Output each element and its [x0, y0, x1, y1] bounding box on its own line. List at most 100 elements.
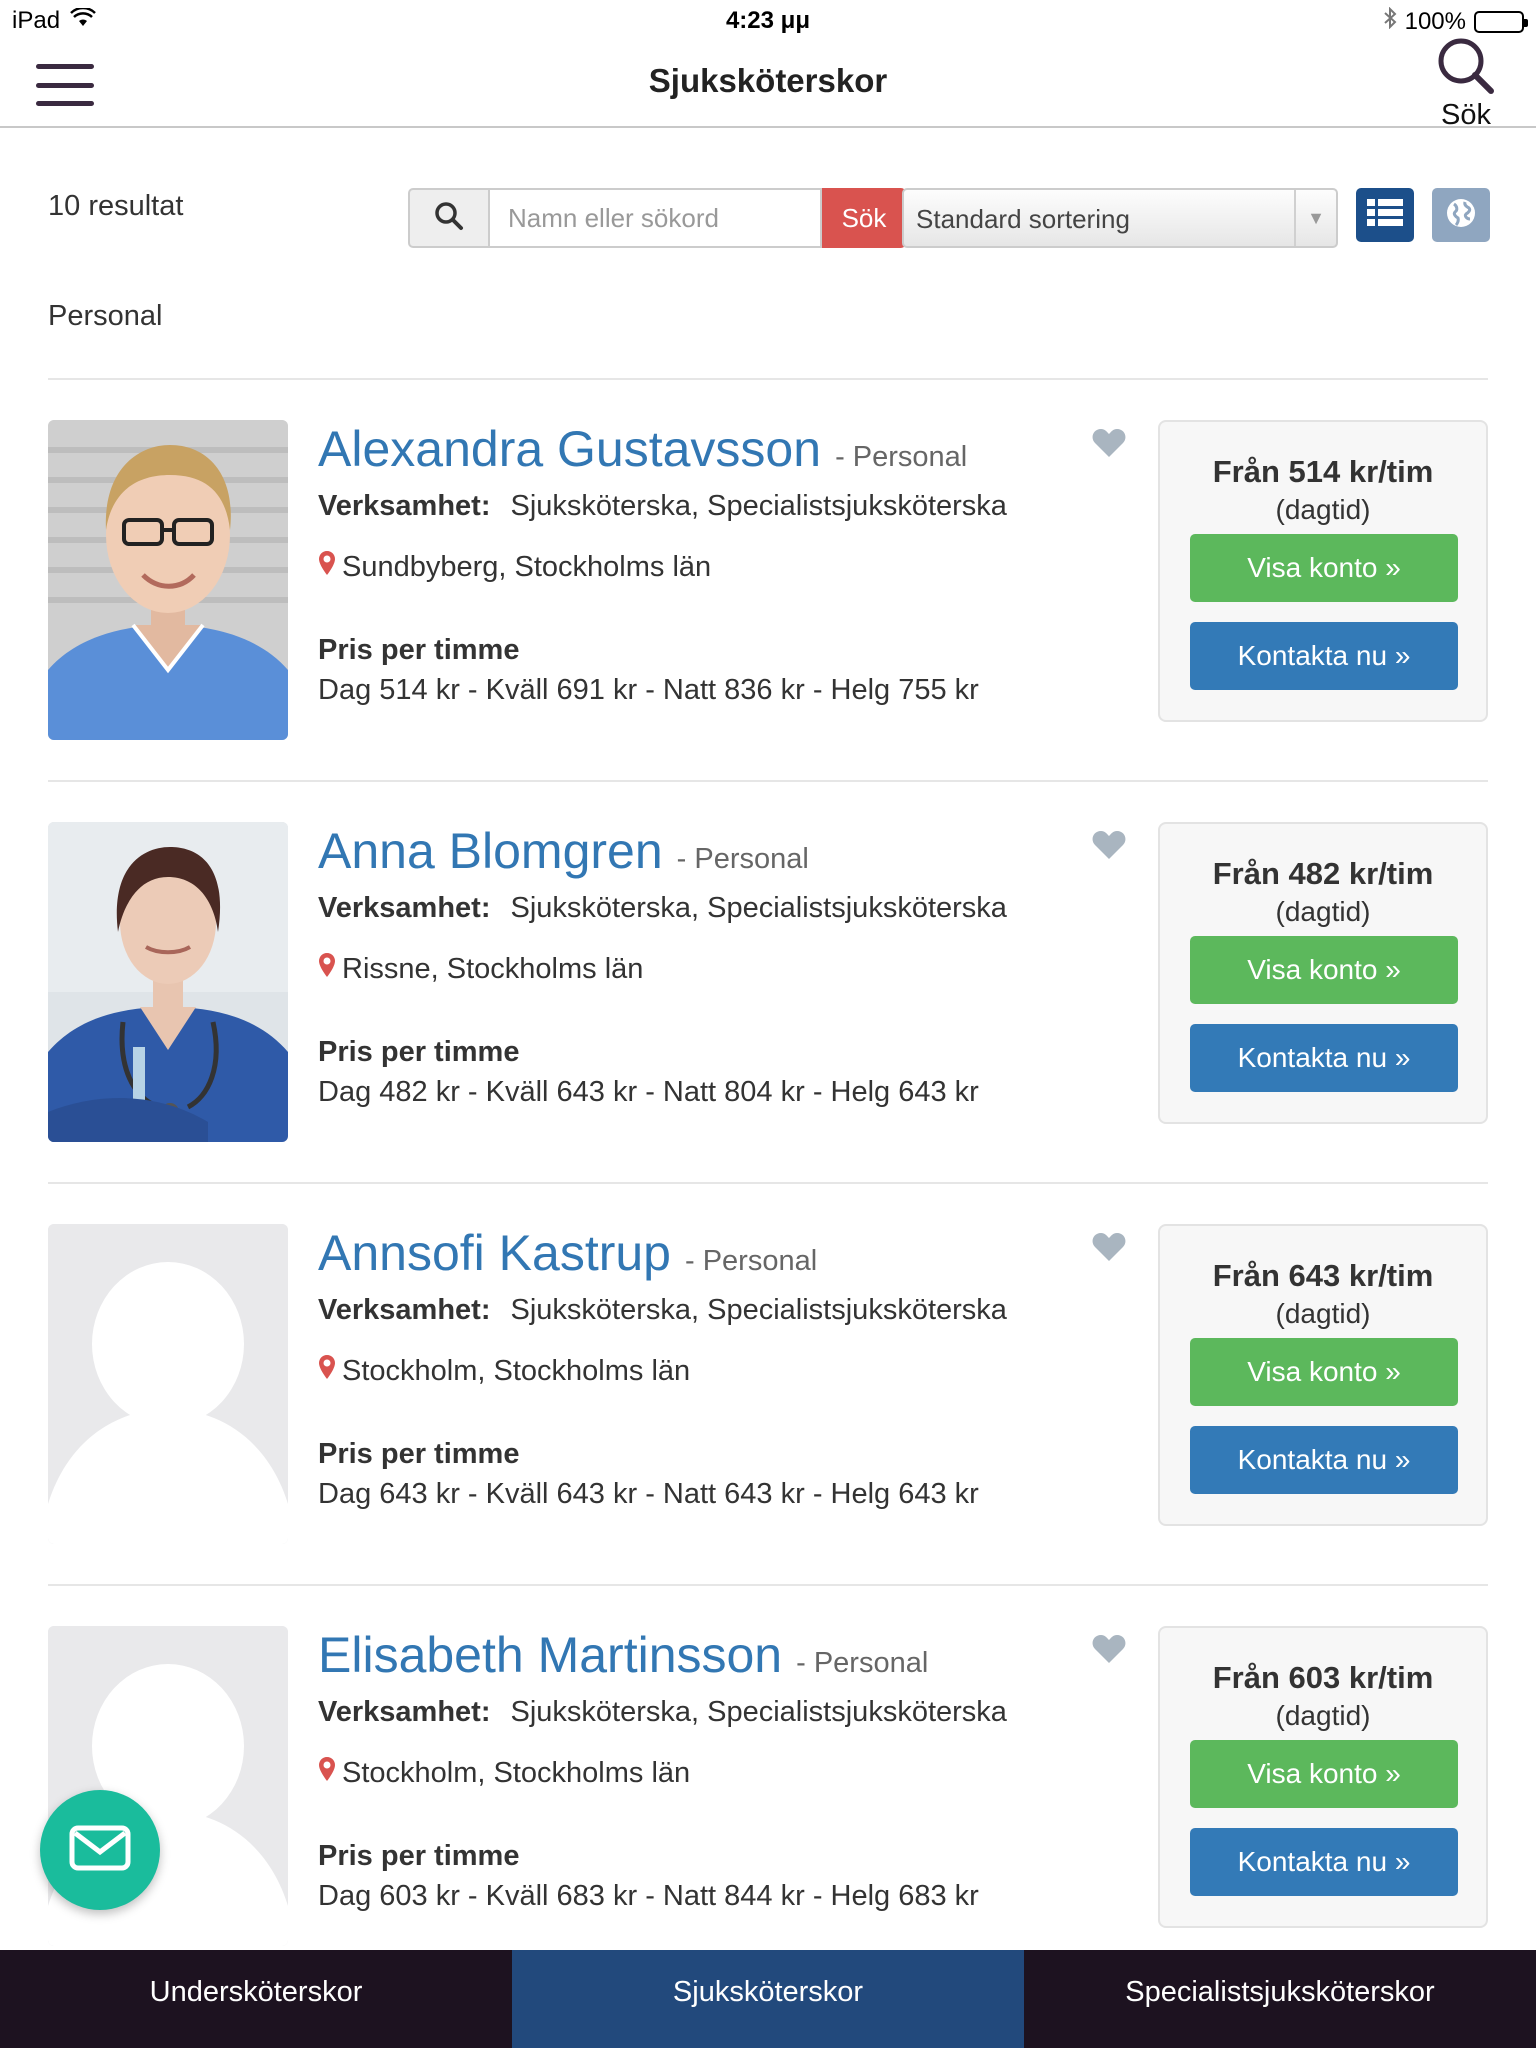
search-bar: Sök	[408, 188, 906, 248]
tab-specialistsjukskoterskor[interactable]: Specialistsjuksköterskor	[1024, 1950, 1536, 2048]
profile-role: - Personal	[835, 441, 968, 473]
price-box: Från 482 kr/tim (dagtid) Visa konto » Ko…	[1158, 822, 1488, 1124]
from-price: Från 482 kr/tim	[1212, 856, 1434, 891]
profile-field: Verksamhet: Sjuksköterska, Specialistsjuk…	[318, 1696, 1007, 1729]
profile-photo[interactable]	[48, 822, 288, 1142]
search-input[interactable]	[490, 188, 822, 248]
from-price: Från 643 kr/tim	[1212, 1258, 1434, 1293]
contact-now-button[interactable]: Kontakta nu »	[1190, 1828, 1458, 1896]
globe-icon	[1445, 197, 1477, 234]
search-submit-button[interactable]: Sök	[822, 188, 906, 248]
profile-field: Verksamhet: Sjuksköterska, Specialistsjuk…	[318, 1294, 1007, 1327]
divider	[48, 780, 1488, 782]
view-account-button[interactable]: Visa konto »	[1190, 1740, 1458, 1808]
view-account-button[interactable]: Visa konto »	[1190, 936, 1458, 1004]
envelope-icon	[69, 1825, 131, 1876]
list-view-button[interactable]	[1356, 188, 1414, 242]
bottom-tab-bar: Undersköterskor Sjuksköterskor Specialis…	[0, 1950, 1536, 2048]
from-price-note: (dagtid)	[1275, 1700, 1371, 1731]
field-label: Verksamhet:	[318, 1696, 491, 1728]
price-title: Pris per timme	[318, 634, 520, 666]
message-fab-button[interactable]	[40, 1790, 160, 1910]
divider	[48, 1182, 1488, 1184]
profile-field: Verksamhet: Sjuksköterska, Specialistsjuk…	[318, 892, 1007, 925]
heart-icon[interactable]	[1092, 1634, 1126, 1669]
view-account-button[interactable]: Visa konto »	[1190, 1338, 1458, 1406]
profile-location: Stockholm, Stockholms län	[318, 1354, 690, 1388]
price-breakdown: Dag 603 kr - Kväll 683 kr - Natt 844 kr …	[318, 1880, 979, 1912]
profile-field: Verksamhet: Sjuksköterska, Specialistsjuk…	[318, 490, 1007, 523]
view-account-button[interactable]: Visa konto »	[1190, 534, 1458, 602]
profile-name-row: Alexandra Gustavsson - Personal	[318, 420, 967, 478]
field-label: Verksamhet:	[318, 490, 491, 522]
from-price: Från 514 kr/tim	[1212, 454, 1434, 489]
heart-icon[interactable]	[1092, 1232, 1126, 1267]
from-price: Från 603 kr/tim	[1212, 1660, 1434, 1695]
battery-icon	[1474, 10, 1528, 33]
price-title: Pris per timme	[318, 1438, 520, 1470]
divider	[48, 378, 1488, 380]
sort-value: Standard sortering	[916, 204, 1130, 234]
map-view-button[interactable]	[1432, 188, 1490, 242]
field-value: Sjuksköterska, Specialistsjuksköterska	[510, 1294, 1007, 1326]
clock: 4:23 μμ	[725, 7, 811, 34]
profile-name-row: Annsofi Kastrup - Personal	[318, 1224, 817, 1282]
field-value: Sjuksköterska, Specialistsjuksköterska	[510, 490, 1007, 522]
location-text: Rissne, Stockholms län	[342, 952, 644, 985]
from-price-note: (dagtid)	[1275, 494, 1371, 525]
price-breakdown: Dag 482 kr - Kväll 643 kr - Natt 804 kr …	[318, 1076, 979, 1108]
price-box: Från 603 kr/tim (dagtid) Visa konto » Ko…	[1158, 1626, 1488, 1928]
list-icon	[1367, 198, 1403, 233]
tab-sjukskoterskor[interactable]: Sjuksköterskor	[512, 1950, 1024, 2048]
profile-location: Stockholm, Stockholms län	[318, 1756, 690, 1790]
profile-card: Elisabeth Martinsson - Personal Verksamh…	[48, 1626, 1488, 1956]
profile-name-row: Anna Blomgren - Personal	[318, 822, 809, 880]
profile-name-link[interactable]: Elisabeth Martinsson	[318, 1626, 782, 1684]
search-icon	[434, 201, 464, 236]
field-value: Sjuksköterska, Specialistsjuksköterska	[510, 1696, 1007, 1728]
profile-name-link[interactable]: Alexandra Gustavsson	[318, 420, 821, 478]
location-text: Stockholm, Stockholms län	[342, 1354, 691, 1387]
heart-icon[interactable]	[1092, 428, 1126, 463]
price-box: Från 643 kr/tim (dagtid) Visa konto » Ko…	[1158, 1224, 1488, 1526]
map-pin-icon	[318, 952, 336, 986]
map-pin-icon	[318, 1756, 336, 1790]
profile-name-link[interactable]: Anna Blomgren	[318, 822, 663, 880]
from-price-note: (dagtid)	[1275, 896, 1371, 927]
profile-role: - Personal	[796, 1647, 929, 1679]
sort-dropdown[interactable]: Standard sortering ▼	[902, 188, 1338, 248]
tab-underskoterskor[interactable]: Undersköterskor	[0, 1950, 512, 2048]
search-addon	[408, 188, 490, 248]
field-label: Verksamhet:	[318, 1294, 491, 1326]
from-price-note: (dagtid)	[1275, 1298, 1371, 1329]
profile-card: Alexandra Gustavsson - Personal Verksamh…	[48, 420, 1488, 750]
contact-now-button[interactable]: Kontakta nu »	[1190, 1426, 1458, 1494]
heart-icon[interactable]	[1092, 830, 1126, 865]
navigation-bar: Sjuksköterskor Sök	[0, 38, 1536, 131]
price-title: Pris per timme	[318, 1036, 520, 1068]
battery-percent: 100%	[1404, 7, 1466, 35]
price-breakdown: Dag 514 kr - Kväll 691 kr - Natt 836 kr …	[318, 674, 979, 706]
location-text: Sundbyberg, Stockholms län	[342, 550, 712, 583]
contact-now-button[interactable]: Kontakta nu »	[1190, 1024, 1458, 1092]
divider	[48, 1584, 1488, 1586]
field-value: Sjuksköterska, Specialistsjuksköterska	[510, 892, 1007, 924]
page-title: Sjuksköterskor	[648, 62, 888, 99]
contact-now-button[interactable]: Kontakta nu »	[1190, 622, 1458, 690]
status-bar: iPad 4:23 μμ 100%	[0, 0, 1536, 40]
profile-role: - Personal	[684, 1245, 818, 1277]
nav-search-button[interactable]: Sök	[1426, 34, 1506, 132]
profile-card: Annsofi Kastrup - Personal Verksamhet: Sj…	[48, 1224, 1488, 1554]
nav-search-label: Sök	[1441, 99, 1491, 131]
price-box: Från 514 kr/tim (dagtid) Visa konto » Ko…	[1158, 420, 1488, 722]
location-text: Stockholm, Stockholms län	[342, 1756, 691, 1789]
field-label: Verksamhet:	[318, 892, 491, 924]
profile-name-link[interactable]: Annsofi Kastrup	[318, 1224, 671, 1282]
price-breakdown: Dag 643 kr - Kväll 643 kr - Natt 643 kr …	[318, 1478, 979, 1510]
map-pin-icon	[318, 550, 336, 584]
price-title: Pris per timme	[318, 1840, 520, 1872]
placeholder-avatar[interactable]	[48, 1224, 288, 1544]
chevron-down-icon: ▼	[1294, 190, 1336, 246]
profile-photo[interactable]	[48, 420, 288, 740]
profile-location: Rissne, Stockholms län	[318, 952, 643, 986]
